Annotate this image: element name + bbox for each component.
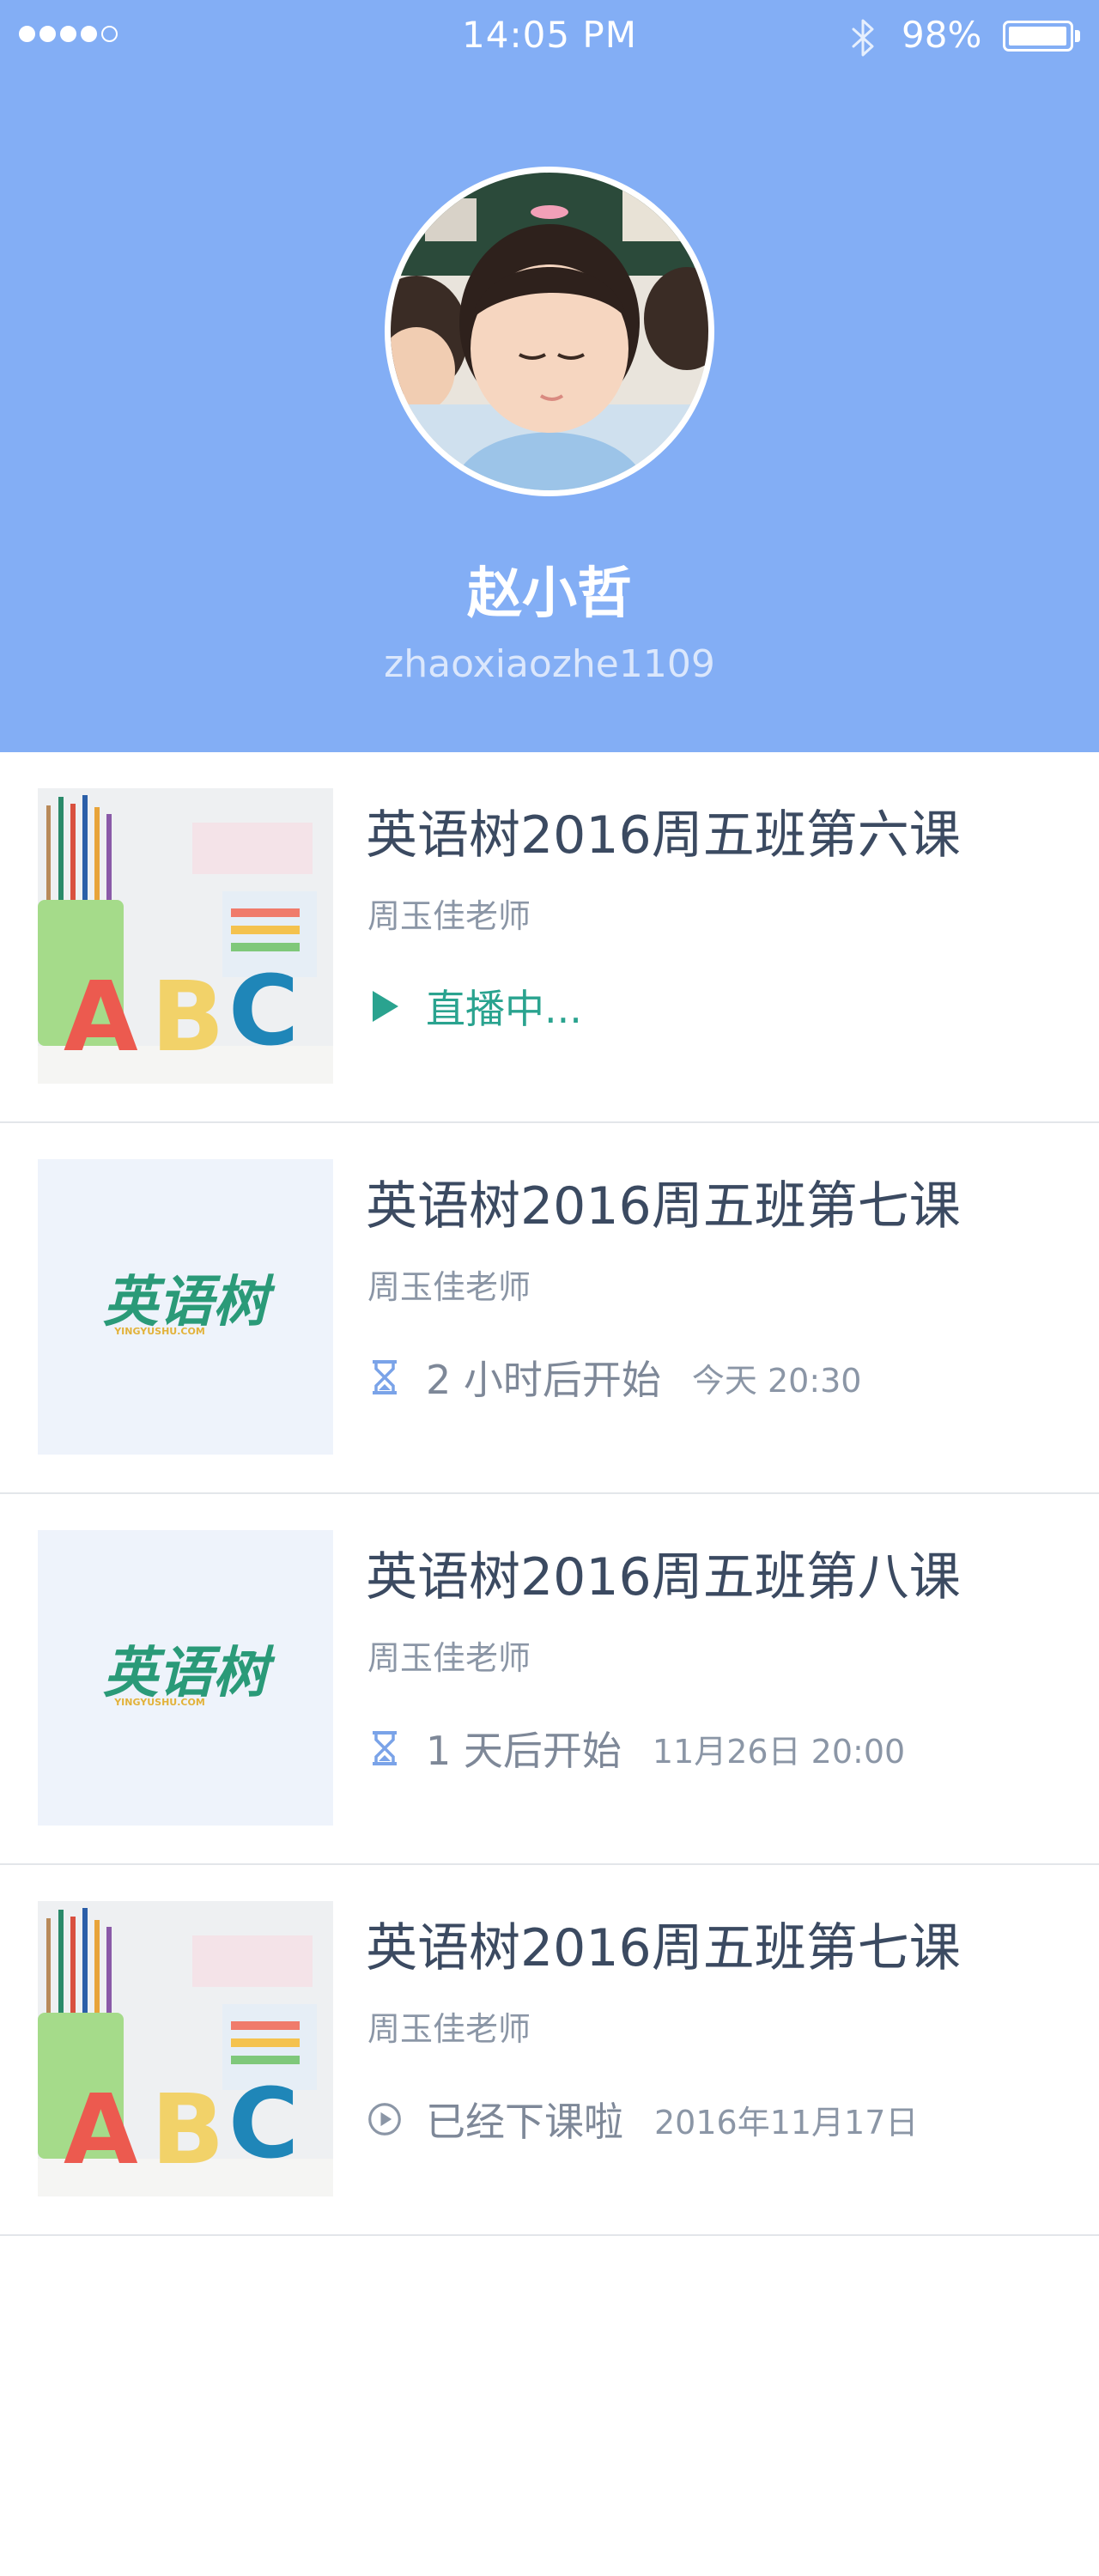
logo-text: 英语树: [103, 1642, 276, 1705]
end-date: 2016年11月17日: [654, 2103, 919, 2142]
course-title: 英语树2016周五班第七课: [366, 1176, 961, 1236]
status-label: 已经下课啦: [426, 2099, 623, 2145]
svg-text:C: C: [228, 2069, 299, 2180]
svg-text:A: A: [64, 962, 138, 1073]
hourglass-icon: [373, 1731, 397, 1765]
course-status: 2 小时后开始 今天 20:30: [367, 1350, 861, 1405]
svg-text:C: C: [228, 956, 299, 1067]
status-label: 2 小时后开始: [426, 1357, 661, 1403]
logo-text: 英语树: [103, 1271, 276, 1334]
teacher-name: 周玉佳老师: [367, 1268, 531, 1306]
battery-percent: 98%: [902, 14, 982, 56]
avatar-photo: [391, 173, 708, 490]
course-item[interactable]: 英语树 YINGYUSHU.COM 英语树2016周五班第七课 周玉佳老师 2 …: [0, 1123, 1099, 1494]
course-thumbnail: 英语树 YINGYUSHU.COM: [38, 1530, 333, 1826]
logo-subtext: YINGYUSHU.COM: [113, 1326, 205, 1337]
course-status: 直播中...: [367, 979, 582, 1034]
bluetooth-icon: [852, 19, 874, 57]
yingyushu-logo: 英语树 YINGYUSHU.COM: [38, 1530, 333, 1826]
course-item[interactable]: A B C 英语树2016周五班第七课 周玉佳老师 已经下课啦 2016年11月…: [0, 1865, 1099, 2236]
course-item[interactable]: A B C 英语树2016周五班第六课 周玉佳老师 直播中...: [0, 752, 1099, 1123]
abc-blocks-image: A B C: [38, 1901, 333, 2196]
teacher-name: 周玉佳老师: [367, 1639, 531, 1677]
play-icon: [373, 991, 398, 1022]
course-title: 英语树2016周五班第六课: [366, 805, 961, 866]
yingyushu-logo: 英语树 YINGYUSHU.COM: [38, 1159, 333, 1455]
status-bar: 14:05 PM 98%: [0, 0, 1099, 72]
teacher-name: 周玉佳老师: [367, 2010, 531, 2048]
avatar[interactable]: [385, 167, 714, 496]
svg-text:A: A: [64, 2075, 138, 2186]
user-name: 赵小哲: [467, 562, 632, 626]
status-label: 直播中...: [426, 986, 582, 1032]
abc-blocks-image: A B C: [38, 788, 333, 1084]
course-status: 已经下课啦 2016年11月17日: [367, 2092, 918, 2147]
course-status: 1 天后开始 11月26日 20:00: [367, 1721, 905, 1776]
status-label: 1 天后开始: [426, 1728, 622, 1774]
replay-circle-icon: [368, 2103, 401, 2136]
user-id: zhaoxiaozhe1109: [384, 642, 715, 686]
svg-text:B: B: [151, 962, 224, 1073]
svg-text:B: B: [151, 2075, 224, 2186]
course-thumbnail: A B C: [38, 788, 333, 1084]
hourglass-icon: [373, 1360, 397, 1394]
course-title: 英语树2016周五班第八课: [366, 1547, 961, 1607]
course-thumbnail: A B C: [38, 1901, 333, 2196]
teacher-name: 周玉佳老师: [367, 897, 531, 935]
battery-icon: [1003, 21, 1080, 52]
battery-fill: [1009, 27, 1066, 46]
course-item[interactable]: 英语树 YINGYUSHU.COM 英语树2016周五班第八课 周玉佳老师 1 …: [0, 1494, 1099, 1865]
start-time: 今天 20:30: [691, 1361, 862, 1400]
course-title: 英语树2016周五班第七课: [366, 1918, 961, 1978]
course-list: A B C 英语树2016周五班第六课 周玉佳老师 直播中... 英语树 YIN…: [0, 752, 1099, 2236]
course-thumbnail: 英语树 YINGYUSHU.COM: [38, 1159, 333, 1455]
logo-subtext: YINGYUSHU.COM: [113, 1697, 205, 1708]
start-time: 11月26日 20:00: [652, 1732, 906, 1771]
profile-header: 14:05 PM 98% 赵小哲 zhaoxiaozhe1109: [0, 0, 1099, 752]
